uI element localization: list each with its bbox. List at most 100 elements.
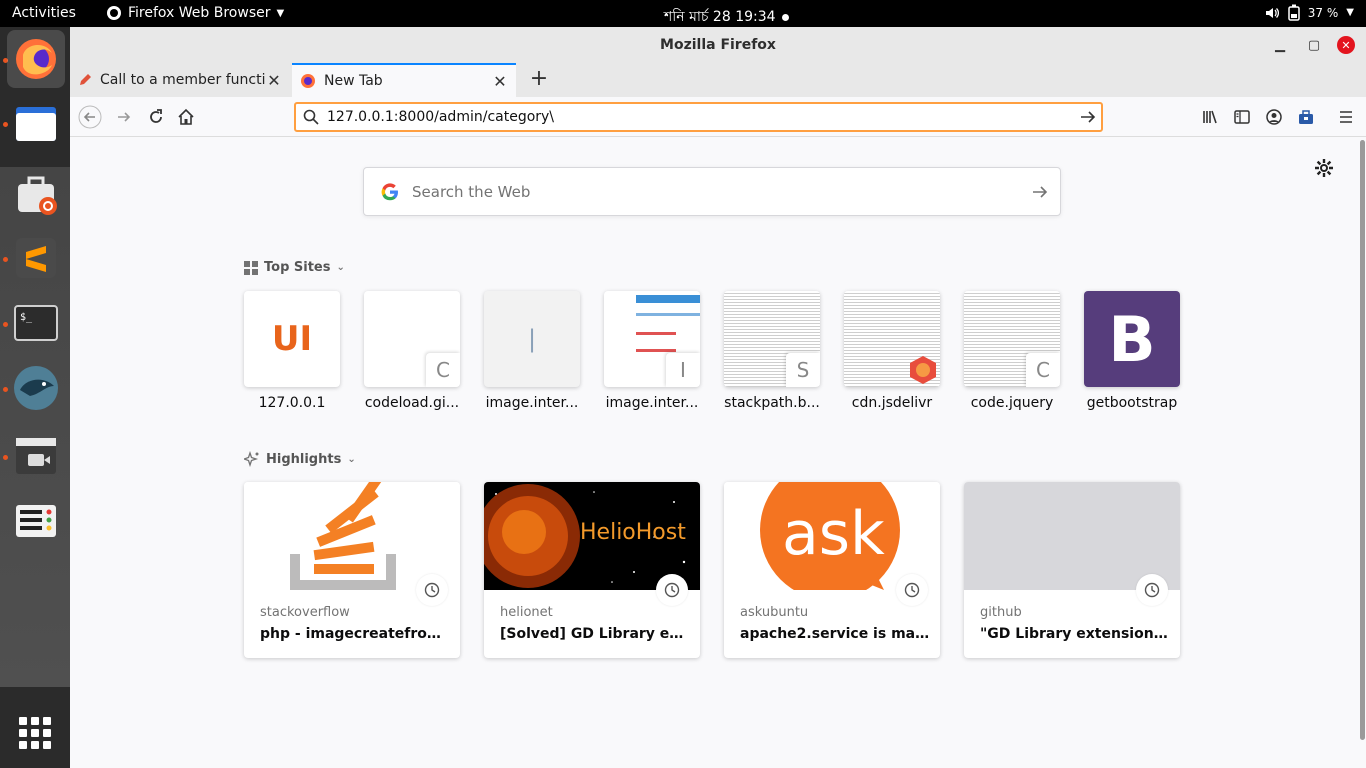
maximize-button[interactable]: ▢ [1305, 36, 1323, 54]
menu-button[interactable] [1334, 105, 1358, 129]
search-icon [303, 109, 319, 125]
heliohost-text: HelioHost [580, 520, 686, 545]
google-icon [381, 182, 398, 200]
highlights-header[interactable]: Highlights ⌄ [244, 451, 356, 467]
account-icon [1266, 109, 1282, 125]
chevron-down-icon: ⌄ [336, 262, 345, 273]
top-bar: Activities Firefox Web Browser ▼ শনি মার… [0, 0, 1366, 27]
top-site-jsdelivr[interactable]: cdn.jsdelivr [844, 291, 940, 411]
extension-button[interactable] [1294, 105, 1318, 129]
app-menu[interactable]: Firefox Web Browser ▼ [106, 5, 284, 21]
top-site-image-inter-1[interactable]: | image.inter... [484, 291, 580, 411]
web-search-box[interactable]: Search the Web [363, 167, 1061, 216]
highlight-card-github[interactable]: github "GD Library extension no... [964, 482, 1180, 658]
battery-icon [1288, 4, 1300, 21]
new-tab-button[interactable]: + [526, 67, 552, 93]
dock-terminal-icon[interactable]: $_ [7, 294, 65, 352]
top-site-tile[interactable] [844, 291, 940, 387]
clock-label: শনি মার্চ 28 19:34 [664, 9, 776, 25]
top-sites-label: Top Sites [264, 260, 331, 275]
library-button[interactable] [1198, 105, 1222, 129]
go-button[interactable] [1075, 108, 1101, 126]
scrollbar[interactable] [1358, 140, 1366, 766]
show-applications-icon[interactable] [19, 717, 51, 749]
volume-icon [1265, 7, 1279, 18]
tab-call-to-member[interactable]: Call to a member functior ✕ [70, 63, 290, 97]
top-site-badge: | [527, 325, 537, 353]
back-button[interactable] [78, 105, 102, 129]
dock-software-icon[interactable] [7, 165, 65, 223]
arrow-right-icon [118, 112, 131, 122]
top-site-codeload[interactable]: C codeload.gi... [364, 291, 460, 411]
top-site-tile[interactable]: S [724, 291, 820, 387]
close-tab-icon[interactable]: ✕ [266, 71, 282, 90]
url-text[interactable]: 127.0.0.1:8000/admin/category\ [327, 109, 1075, 125]
chevron-down-icon: ▼ [276, 7, 285, 19]
status-area[interactable]: 37 % ▼ [1264, 4, 1354, 21]
top-site-name: getbootstrap [1086, 395, 1178, 411]
dock-files-icon[interactable] [7, 94, 65, 152]
home-icon [178, 108, 194, 125]
tab-new-tab[interactable]: New Tab ✕ [292, 63, 516, 97]
minimize-button[interactable]: ▁ [1271, 36, 1289, 54]
firefox-small-icon [107, 6, 121, 20]
dock: $_ [0, 27, 70, 768]
top-site-badge: S [786, 353, 820, 387]
dock-mysql-workbench-icon[interactable] [7, 359, 65, 417]
top-site-badge: I [666, 353, 700, 387]
top-site-tile[interactable]: I [604, 291, 700, 387]
top-site-name: 127.0.0.1 [258, 395, 326, 411]
top-site-jquery[interactable]: C code.jquery [964, 291, 1060, 411]
reload-button[interactable] [144, 105, 168, 129]
sidebar-icon [1234, 110, 1250, 124]
clock[interactable]: শনি মার্চ 28 19:34 [664, 5, 789, 29]
close-tab-icon[interactable]: ✕ [492, 72, 508, 91]
dock-sublime-text-icon[interactable] [7, 229, 65, 287]
top-site-tile[interactable]: B [1084, 291, 1180, 387]
highlight-card-stackoverflow[interactable]: stackoverflow php - imagecreatefromjp... [244, 482, 460, 658]
top-site-getbootstrap[interactable]: B getbootstrap [1084, 291, 1180, 411]
dock-firefox-icon[interactable] [7, 30, 65, 88]
firefox-tab-icon [301, 74, 315, 88]
grid-icon [244, 260, 258, 275]
top-site-tile[interactable]: C [964, 291, 1060, 387]
new-tab-page: Search the Web Top Sites ⌄ UI 127.0.0.1 … [70, 138, 1366, 768]
dock-video-icon[interactable] [7, 427, 65, 485]
highlight-card-helionet[interactable]: HelioHost helionet [Solved] GD Library e… [484, 482, 700, 658]
highlight-card-askubuntu[interactable]: ask askubuntu apache2.service is maske..… [724, 482, 940, 658]
top-sites-header[interactable]: Top Sites ⌄ [244, 260, 345, 275]
highlight-title: [Solved] GD Library exte... [500, 626, 690, 642]
jsdelivr-icon [910, 356, 936, 384]
gear-icon[interactable] [1314, 158, 1334, 178]
sidebar-button[interactable] [1230, 105, 1254, 129]
dock-screenshot-icon[interactable] [7, 492, 65, 550]
tab-label: Call to a member functior [100, 72, 266, 88]
highlight-title: apache2.service is maske... [740, 626, 930, 642]
top-site-name: codeload.gi... [364, 395, 460, 411]
ask-text: ask [782, 499, 885, 569]
forward-button[interactable] [112, 105, 136, 129]
home-button[interactable] [174, 105, 198, 129]
top-site-image-inter-2[interactable]: I image.inter... [604, 291, 700, 411]
search-placeholder: Search the Web [412, 182, 531, 201]
account-button[interactable] [1262, 105, 1286, 129]
highlight-source: stackoverflow [260, 605, 350, 620]
top-site-tile[interactable]: | [484, 291, 580, 387]
activities-button[interactable]: Activities [12, 5, 76, 21]
top-site-name: stackpath.b... [724, 395, 820, 411]
highlight-source: github [980, 605, 1022, 620]
top-site-127[interactable]: UI 127.0.0.1 [244, 291, 340, 411]
search-submit-button[interactable] [1020, 183, 1060, 201]
top-site-name: image.inter... [605, 395, 699, 411]
top-site-tile[interactable]: C [364, 291, 460, 387]
window-title: Mozilla Firefox [660, 37, 776, 53]
arrow-left-icon [78, 105, 102, 129]
bootstrap-logo: B [1108, 302, 1156, 376]
close-window-button[interactable]: ✕ [1337, 36, 1355, 54]
reload-icon [150, 109, 162, 123]
url-bar[interactable]: 127.0.0.1:8000/admin/category\ [294, 102, 1103, 132]
top-site-stackpath[interactable]: S stackpath.b... [724, 291, 820, 411]
clock-icon [896, 574, 928, 606]
top-site-tile[interactable]: UI [244, 291, 340, 387]
tab-label: New Tab [324, 73, 383, 89]
